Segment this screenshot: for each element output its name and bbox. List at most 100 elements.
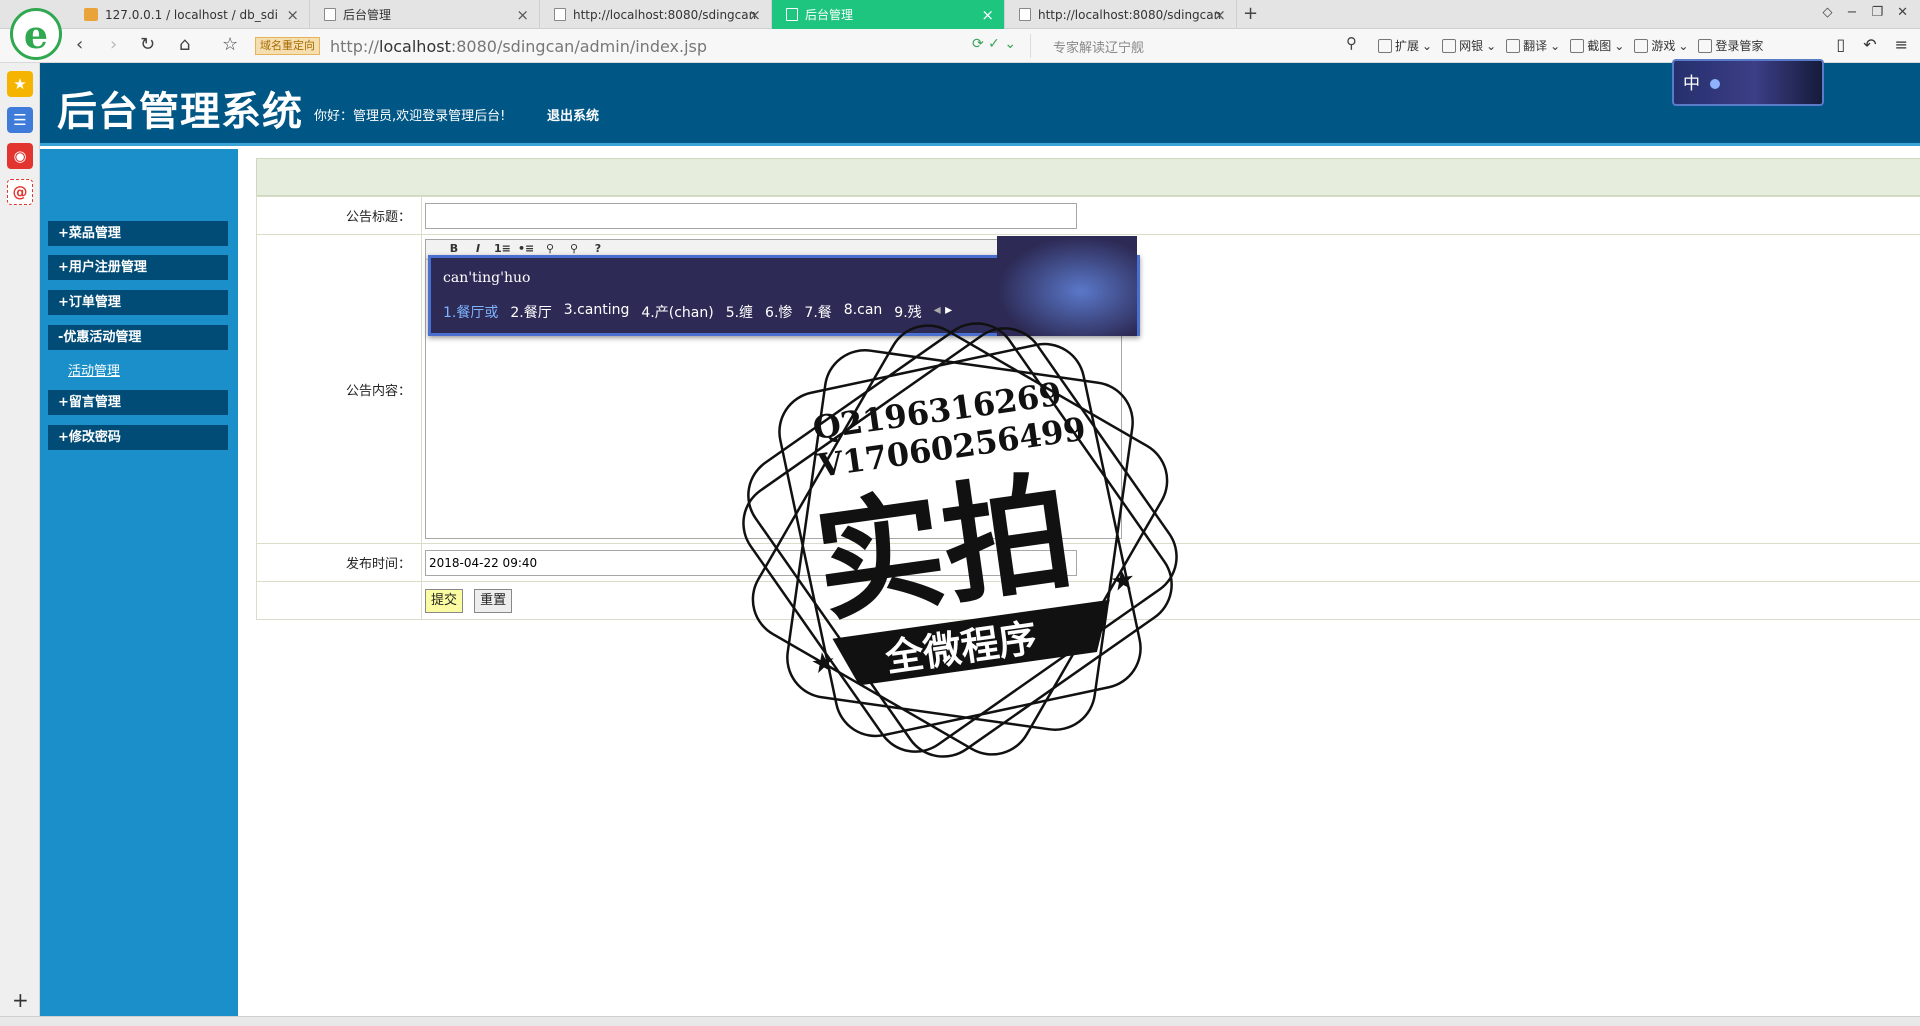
time-label: 发布时间： [256, 543, 422, 582]
weibo-icon[interactable]: ◉ [7, 143, 33, 169]
browser-logo-icon[interactable]: e [10, 8, 62, 60]
reading-mode-icon[interactable]: ▯ [1836, 35, 1845, 54]
browser-side-rail: ★ ☰ ◉ @ + [0, 63, 40, 1026]
screenshot-icon [1570, 38, 1585, 53]
email-icon[interactable]: @ [7, 179, 33, 205]
forward-icon[interactable]: › [110, 34, 117, 55]
tab-phpmyadmin[interactable]: 127.0.0.1 / localhost / db_sdi × [70, 0, 310, 29]
welcome-text: 你好：管理员,欢迎登录管理后台! [314, 109, 506, 124]
ime-candidate[interactable]: 3.canting [564, 302, 630, 322]
games-button[interactable]: 游戏 ⌄ [1634, 37, 1688, 54]
search-icon[interactable]: ⚲ [1346, 34, 1357, 52]
ime-candidate[interactable]: 7.餐 [804, 302, 831, 322]
title-label: 公告标题： [256, 196, 422, 235]
tab-admin-1[interactable]: 后台管理 × [310, 0, 540, 29]
buttons-cell: 提交 重置 [421, 581, 1920, 620]
tab-title: http://localhost:8080/sdingcan [1038, 7, 1222, 22]
home-icon[interactable]: ⌂ [179, 34, 190, 55]
page-icon [786, 8, 798, 21]
address-bar: ‹ › ↻ ⌂ ☆ 域名重定向 http://localhost:8080/sd… [0, 29, 1920, 63]
tab-title: http://localhost:8080/sdingcan [573, 7, 757, 22]
redirect-badge[interactable]: 域名重定向 [255, 37, 320, 55]
undo-icon[interactable]: ↶ [1863, 35, 1876, 54]
toolbar-right: ▯ ↶ ≡ [1836, 35, 1908, 54]
browser-tab-bar: 127.0.0.1 / localhost / db_sdi × 后台管理 × … [0, 0, 1920, 29]
menu-activity-management-link[interactable]: 活动管理 [68, 360, 120, 379]
ime-skin-art [997, 236, 1137, 336]
tab-admin-active[interactable]: 后台管理 × [772, 0, 1005, 29]
ime-candidate[interactable]: 2.餐厅 [510, 302, 551, 322]
ime-composition-text: can'ting'huo [443, 270, 531, 286]
extensions-button[interactable]: 扩展 ⌄ [1378, 37, 1432, 54]
bank-icon [1442, 38, 1457, 53]
close-icon[interactable]: × [516, 6, 529, 24]
content-label: 公告内容： [256, 234, 422, 544]
ime-page-arrows-icon[interactable]: ◂ ▸ [934, 302, 953, 322]
bank-button[interactable]: 网银 ⌄ [1442, 37, 1496, 54]
refresh-icon[interactable]: ↻ [140, 34, 155, 55]
submit-button[interactable]: 提交 [425, 588, 464, 613]
translate-label: 翻译 [1523, 39, 1548, 53]
menu-change-password[interactable]: +修改密码 [48, 425, 228, 450]
tab-localhost-1[interactable]: http://localhost:8080/sdingcan × [540, 0, 772, 29]
page-icon [1019, 8, 1031, 21]
screenshot-label: 截图 [1587, 39, 1612, 53]
login-manager-button[interactable]: 登录管家 [1698, 37, 1763, 54]
admin-page: 后台管理系统 你好：管理员,欢迎登录管理后台! 退出系统 +菜品管理 +用户注册… [40, 63, 1920, 1016]
back-icon[interactable]: ‹ [76, 34, 83, 55]
new-tab-plus-icon[interactable]: + [1243, 3, 1258, 24]
close-icon[interactable]: × [286, 6, 299, 24]
tab-localhost-2[interactable]: http://localhost:8080/sdingcan × [1005, 0, 1237, 29]
close-icon[interactable]: × [748, 6, 761, 24]
close-icon[interactable]: × [1213, 6, 1226, 24]
menu-user-registration[interactable]: +用户注册管理 [48, 255, 228, 280]
restore-icon[interactable]: ❐ [1871, 5, 1883, 20]
notice-title-input[interactable] [425, 202, 1077, 229]
ime-candidate-list: 1.餐厅或 2.餐厅 3.canting 4.产(chan) 5.缠 6.惨 7… [443, 302, 952, 322]
translate-icon [1506, 38, 1521, 53]
games-icon [1634, 38, 1649, 53]
minimize-icon[interactable]: − [1847, 5, 1858, 20]
reset-button[interactable]: 重置 [474, 588, 513, 613]
admin-sidebar: +菜品管理 +用户注册管理 +订单管理 -优惠活动管理 活动管理 +留言管理 +… [40, 149, 238, 1016]
menu-icon[interactable]: ≡ [1895, 35, 1908, 54]
logout-link[interactable]: 退出系统 [547, 105, 599, 124]
page-icon [324, 8, 336, 21]
menu-order-management[interactable]: +订单管理 [48, 290, 228, 315]
close-icon[interactable]: × [981, 6, 994, 24]
bank-label: 网银 [1459, 39, 1484, 53]
search-placeholder: 专家解读辽宁舰 [1053, 41, 1145, 56]
ime-candidate[interactable]: 9.残 [894, 302, 921, 322]
menu-dish-management[interactable]: +菜品管理 [48, 221, 228, 246]
bookmark-star-icon[interactable]: ☆ [222, 34, 238, 55]
login-manager-icon [1698, 38, 1713, 53]
menu-message-management[interactable]: +留言管理 [48, 390, 228, 415]
tab-title: 后台管理 [805, 8, 854, 22]
favorites-star-icon[interactable]: ★ [7, 71, 33, 97]
ime-candidate[interactable]: 1.餐厅或 [443, 302, 498, 322]
ime-status-bar[interactable]: 中 [1672, 59, 1824, 106]
url-field[interactable]: http://localhost:8080/sdingcan/admin/ind… [330, 37, 707, 56]
security-shield-icon[interactable]: ⟳ ✓ ⌄ [972, 36, 1016, 52]
translate-button[interactable]: 翻译 ⌄ [1506, 37, 1560, 54]
page-title: 后台管理系统 [57, 89, 303, 135]
close-window-icon[interactable]: ✕ [1897, 5, 1908, 20]
form-header-bar [256, 158, 1920, 196]
ime-candidate[interactable]: 4.产(chan) [641, 302, 713, 322]
publish-time-input[interactable] [425, 549, 1077, 576]
search-input[interactable]: 专家解读辽宁舰 [1030, 34, 1355, 58]
time-cell [421, 543, 1920, 582]
url-host: localhost [379, 37, 451, 56]
ime-candidate[interactable]: 6.惨 [765, 302, 792, 322]
reading-list-icon[interactable]: ☰ [7, 107, 33, 133]
ime-candidate-window[interactable]: can'ting'huo 1.餐厅或 2.餐厅 3.canting 4.产(ch… [428, 236, 1140, 336]
ime-candidate[interactable]: 8.can [844, 302, 883, 322]
screenshot-button[interactable]: 截图 ⌄ [1570, 37, 1624, 54]
menu-promotion-management[interactable]: -优惠活动管理 [48, 325, 228, 350]
skin-icon[interactable]: ◇ [1823, 5, 1833, 20]
admin-header: 后台管理系统 你好：管理员,欢迎登录管理后台! 退出系统 [40, 63, 1920, 146]
form-row-buttons: 提交 重置 [256, 581, 1920, 620]
title-cell [421, 196, 1920, 235]
add-sidebar-plus-icon[interactable]: + [12, 988, 29, 1012]
ime-candidate[interactable]: 5.缠 [726, 302, 753, 322]
